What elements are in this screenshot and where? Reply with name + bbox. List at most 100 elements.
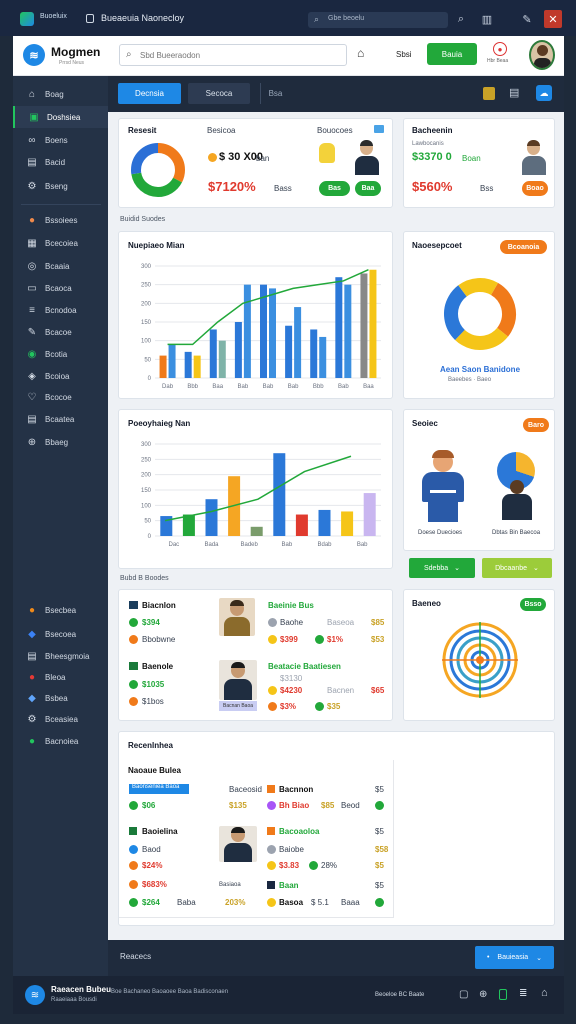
sidebar-lower-item-3[interactable]: ▤ Bheesgmoia <box>13 645 108 667</box>
card1-pill-2[interactable]: Baa <box>355 181 381 196</box>
bottom-info: Boe Bachaneo Baoaoee Baoa Badisconaen <box>111 989 229 995</box>
sidebar-item-dashboard[interactable]: ▣ Doshsiea <box>13 106 108 128</box>
chart-title: Poeoyhaieg Nan <box>128 419 191 428</box>
sidebar-lower-item-2[interactable]: ◆ Bsecoea <box>13 623 108 645</box>
sidebar-item-heart[interactable]: ♡ Bcocoe <box>13 386 108 408</box>
toolbar: Decnsia Secoca Bsa ▤ ☁ <box>108 76 564 112</box>
check-icon: ◉ <box>27 348 37 360</box>
globe-icon[interactable]: ⊕ <box>479 989 487 1000</box>
sidebar-item-folder[interactable]: ▭ Bcaoca <box>13 277 108 299</box>
link-icon: ∞ <box>28 134 36 146</box>
header-action-button[interactable]: Bauia <box>427 43 477 65</box>
sidebar-lower-item-5[interactable]: ◆ Bsbea <box>13 687 108 709</box>
sidebar-item-layers[interactable]: ◈ Bcoioa <box>13 365 108 387</box>
list-row-v2: Bbobwne <box>142 635 176 644</box>
cell: Baaa <box>341 898 360 907</box>
card2-pill[interactable]: Boao <box>522 181 548 196</box>
donut-caption-2: Baeebes · Baeo <box>448 377 492 383</box>
layout-button[interactable]: ▥ <box>478 10 496 28</box>
toolbar-cloud-icon[interactable]: ☁ <box>536 85 552 101</box>
radar-pill[interactable]: Bsso <box>520 598 546 611</box>
sidebar-item-people[interactable]: ● Bssoiees <box>13 209 108 231</box>
sidebar-item-table[interactable]: ▤ Bcaatea <box>13 408 108 430</box>
sidebar-item-globe2[interactable]: ⊕ Bbaeg <box>13 431 108 453</box>
sidebar-item-globe[interactable]: ◎ Bcaaia <box>13 255 108 277</box>
bar <box>318 509 331 536</box>
list-icon[interactable]: ≣ <box>519 988 527 999</box>
building-icon[interactable]: ⌂ <box>541 987 548 999</box>
bar <box>184 351 192 378</box>
donut-pill[interactable]: Bcoanoia <box>500 240 547 254</box>
sidebar-item-docs[interactable]: ▤ Bacid <box>13 151 108 173</box>
doc-icon: ▤ <box>27 156 37 168</box>
sidebar-item-home[interactable]: ⌂ Boag <box>13 83 108 105</box>
sidebar-lower-item-1[interactable]: ● Bsecbea <box>13 599 108 621</box>
donut-title: Naoesepcoet <box>412 241 462 250</box>
list-p2: $399 <box>280 635 298 644</box>
people-button-1[interactable]: Sdebba ⌄ <box>409 558 475 578</box>
y-tick-label: 50 <box>144 519 151 525</box>
bar-chart-card-1: Nuepiaeo Mian 300 250 200 150 100 50 0 Dab Bbb Ba… <box>118 231 393 399</box>
close-button[interactable]: ✕ <box>544 10 562 28</box>
user-avatar[interactable] <box>529 40 555 70</box>
blue-shape-icon: ◆ <box>28 628 36 640</box>
y-tick-label: 0 <box>148 376 152 382</box>
list-amt: $65 <box>371 686 385 695</box>
cell: $5 <box>375 861 384 870</box>
orange-dot-icon: ● <box>28 604 36 616</box>
x-tick-label: Bab <box>238 384 249 390</box>
bars-icon: ≡ <box>29 304 35 316</box>
sidebar-item-bars[interactable]: ≡ Bcnodoa <box>13 299 108 321</box>
header-search[interactable]: ⌕ Sbd Bueeraodon <box>119 44 347 66</box>
sidebar-lower-item-4[interactable]: ● Bleoa <box>13 666 108 688</box>
card-title: Bacheenin <box>412 126 453 135</box>
notification-icon[interactable]: ● <box>493 42 507 56</box>
card2-value1-unit: Boan <box>462 154 481 163</box>
search-icon: ⌕ <box>314 14 320 24</box>
sidebar-item-grid[interactable]: ▦ Bcecoiea <box>13 232 108 254</box>
green-dot-icon <box>129 618 138 627</box>
card2-value2-unit: Bss <box>480 184 494 193</box>
people-caption-2: Dbtas Bin Baecoa <box>492 530 541 536</box>
phone-icon[interactable] <box>499 989 507 1000</box>
list-button[interactable]: Bacnan Baoa <box>219 701 257 711</box>
people-pill[interactable]: Baro <box>523 418 549 432</box>
sidebar-lower-item-7[interactable]: ● Bacnoiea <box>13 730 108 752</box>
people-list-card: Biacnlon $394 Bbobwne Baeinie Bus Baohe … <box>118 589 393 721</box>
sidebar-item-settings[interactable]: ⚙ Bseng <box>13 175 108 197</box>
bar <box>319 336 327 378</box>
button-label: Dbcaanbe <box>495 564 528 572</box>
green-dot-icon <box>309 861 318 870</box>
list-p1: Baohe <box>280 618 304 627</box>
list-row-v1: $394 <box>142 618 160 627</box>
bottom-bar: ≋ Raeacen Bubeu Raaeiaaa Bousdi Boe Bach… <box>13 976 564 1014</box>
list-p2: $4230 <box>280 686 303 695</box>
cell: Bacnnon <box>279 785 314 794</box>
x-tick-label: Badeb <box>240 542 258 548</box>
user-name[interactable]: Sbsi <box>396 50 412 59</box>
sidebar-lower-item-6[interactable]: ⚙ Bceasiea <box>13 708 108 730</box>
brush-button[interactable]: ✎ <box>518 10 536 28</box>
toolbar-doc-icon[interactable]: ▤ <box>509 86 519 99</box>
x-tick-label: Dab <box>162 384 174 390</box>
list-row-v1: $1035 <box>142 680 165 689</box>
home-icon[interactable]: ⌂ <box>357 46 364 60</box>
toolbar-badge-icon[interactable] <box>483 87 495 100</box>
list-p3: $3% <box>280 702 297 711</box>
tab-second[interactable]: Secoca <box>188 83 250 104</box>
y-tick-label: 300 <box>141 442 152 448</box>
sidebar-item-links[interactable]: ∞ Boens <box>13 129 108 151</box>
tab-active[interactable]: Decnsia <box>118 83 181 104</box>
sidebar-item-pen[interactable]: ✎ Bcacoe <box>13 321 108 343</box>
calendar-icon[interactable]: ▢ <box>459 989 468 1000</box>
bar <box>250 526 263 536</box>
cell: $5 <box>375 785 384 794</box>
people-button-2[interactable]: Dbcaanbe ⌄ <box>482 558 552 578</box>
magnifier-button[interactable]: ⌕ <box>452 10 470 28</box>
titlebar-search[interactable]: ⌕ Gbe beoelu <box>308 12 448 28</box>
card1-pill-1[interactable]: Bas <box>319 181 350 196</box>
sidebar-item-check[interactable]: ◉ Bcotia <box>13 343 108 365</box>
footer-button[interactable]: • Bauieasia ⌄ <box>475 946 554 969</box>
tab-third[interactable]: Bsa <box>260 83 290 104</box>
bar <box>168 344 176 378</box>
